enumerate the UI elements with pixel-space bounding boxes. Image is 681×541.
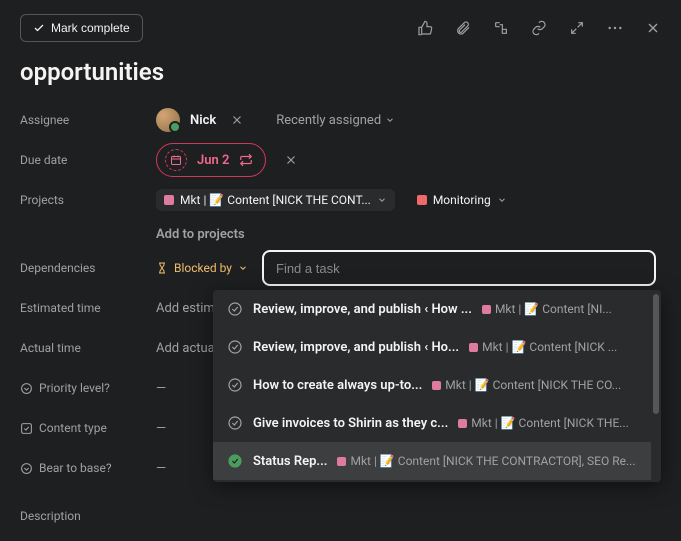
task-suggestion[interactable]: Review, improve, and publish ‹ How ... Mk…	[213, 290, 651, 328]
suggestion-project: Mkt | 📝 Content [NICK THE CO...	[432, 378, 637, 392]
project-color-icon	[164, 195, 174, 205]
task-suggestion[interactable]: Status Rep... Mkt | 📝 Content [NICK THE C…	[213, 442, 651, 480]
link-icon[interactable]	[531, 20, 547, 36]
dropdown-field-icon	[20, 382, 33, 395]
suggestion-project: Mkt | 📝 Content [NICK THE...	[458, 416, 637, 430]
bear-to-base-value[interactable]: —	[156, 461, 166, 476]
avatar[interactable]	[156, 108, 180, 132]
description-label: Description	[20, 509, 156, 523]
scrollbar[interactable]	[651, 290, 661, 482]
due-date-pill[interactable]: Jun 2	[156, 143, 266, 177]
scroll-thumb[interactable]	[653, 294, 659, 414]
blocked-by-label: Blocked by	[174, 261, 232, 275]
content-type-label: Content type	[20, 421, 156, 435]
find-task-input[interactable]	[262, 250, 656, 286]
project-pill-label: Mkt | 📝 Content [NICK THE CONT...	[180, 193, 371, 207]
check-circle-icon	[227, 339, 243, 355]
assignee-label: Assignee	[20, 113, 156, 127]
check-circle-icon	[227, 377, 243, 393]
chevron-down-icon	[238, 263, 248, 273]
suggestion-title: Status Rep...	[253, 454, 327, 469]
estimated-time-label: Estimated time	[20, 301, 156, 315]
chevron-down-icon	[377, 195, 387, 205]
project-pill-content[interactable]: Mkt | 📝 Content [NICK THE CONT...	[156, 189, 395, 211]
actual-time-label: Actual time	[20, 341, 156, 355]
task-suggestion[interactable]: How to create always up-to... Mkt | 📝 Con…	[213, 366, 651, 404]
blocked-by-dropdown[interactable]: Blocked by	[156, 261, 248, 275]
repeat-icon	[239, 153, 253, 167]
subtask-icon[interactable]	[493, 20, 509, 36]
check-circle-icon	[227, 415, 243, 431]
multiselect-field-icon	[20, 422, 33, 435]
suggestion-project: Mkt | 📝 Content [NICK THE CONTRACTOR], S…	[337, 454, 637, 468]
recently-assigned-label: Recently assigned	[276, 113, 381, 128]
hourglass-icon	[156, 262, 168, 274]
suggestion-title: How to create always up-to...	[253, 378, 422, 393]
suggestion-title: Review, improve, and publish ‹ Ho...	[253, 340, 459, 355]
due-date-label: Due date	[20, 153, 156, 167]
check-circle-icon	[227, 301, 243, 317]
mark-complete-button[interactable]: Mark complete	[20, 14, 143, 42]
suggestion-project: Mkt | 📝 Content [NI...	[482, 302, 637, 316]
recently-assigned-dropdown[interactable]: Recently assigned	[276, 113, 395, 128]
check-icon	[33, 22, 45, 34]
project-pill-monitoring[interactable]: Monitoring	[409, 189, 515, 211]
project-pill-label: Monitoring	[433, 193, 491, 207]
like-icon[interactable]	[417, 20, 433, 36]
suggestion-title: Give invoices to Shirin as they c...	[253, 416, 448, 431]
dependencies-label: Dependencies	[20, 261, 156, 275]
content-type-value[interactable]: —	[156, 421, 166, 436]
attachment-icon[interactable]	[455, 20, 471, 36]
priority-value[interactable]: —	[156, 381, 166, 396]
suggestion-title: Review, improve, and publish ‹ How ...	[253, 302, 472, 317]
chevron-down-icon	[497, 195, 507, 205]
chevron-down-icon	[385, 115, 395, 125]
project-color-icon	[417, 195, 427, 205]
projects-label: Projects	[20, 193, 156, 207]
check-circle-icon	[227, 453, 243, 469]
close-icon[interactable]	[645, 20, 661, 36]
clear-due-date-icon[interactable]	[284, 153, 298, 167]
mark-complete-label: Mark complete	[51, 21, 130, 35]
due-date-value: Jun 2	[197, 153, 229, 168]
add-to-projects-link[interactable]: Add to projects	[156, 227, 245, 242]
task-title[interactable]: opportunities	[0, 52, 681, 100]
task-suggestion[interactable]: Give invoices to Shirin as they c... Mkt …	[213, 404, 651, 442]
bear-to-base-label: Bear to base?	[20, 461, 156, 475]
assignee-name[interactable]: Nick	[190, 113, 216, 128]
task-suggestion[interactable]: Review, improve, and publish ‹ Ho... Mkt …	[213, 328, 651, 366]
expand-icon[interactable]	[569, 20, 585, 36]
more-icon[interactable]	[607, 26, 623, 30]
suggestion-project: Mkt | 📝 Content [NICK ...	[469, 340, 637, 354]
dropdown-field-icon	[20, 462, 33, 475]
task-search-dropdown: Review, improve, and publish ‹ How ... Mk…	[213, 290, 661, 482]
remove-assignee-icon[interactable]	[230, 113, 244, 127]
calendar-icon	[165, 149, 187, 171]
priority-level-label: Priority level?	[20, 381, 156, 395]
